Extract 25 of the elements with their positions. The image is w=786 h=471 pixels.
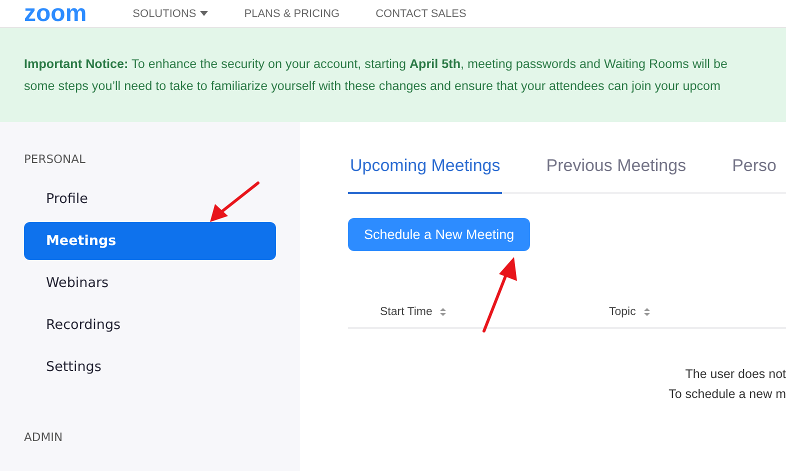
empty-message: To schedule a new m xyxy=(668,387,786,401)
notice-text: some steps you’ll need to take to familiarize yourself with these changes and ensure that your attendees can join your upcom xyxy=(24,78,722,94)
arrow-icon xyxy=(210,182,260,222)
section-title: ADMIN xyxy=(24,430,64,444)
column-header[interactable]: Topic xyxy=(609,306,650,318)
empty-message: The user does not xyxy=(685,367,786,381)
tab[interactable]: Perso xyxy=(730,152,779,194)
sort-icon xyxy=(644,308,650,316)
sidebar-item[interactable]: Webinars xyxy=(24,264,276,302)
nav-link[interactable]: PLANS & PRICING xyxy=(244,8,340,20)
section-title: PERSONAL xyxy=(24,152,86,166)
tab[interactable]: Upcoming Meetings xyxy=(348,152,502,194)
schedule-button[interactable]: Schedule a New Meeting xyxy=(348,218,530,251)
notice-text: Important Notice: To enhance the security on your account, starting April 5th, meeting passwords and Waiting Rooms will be xyxy=(24,56,728,72)
sidebar-item[interactable]: Profile xyxy=(24,180,276,218)
logo[interactable]: zoom xyxy=(24,2,87,26)
nav-link[interactable]: CONTACT SALES xyxy=(376,8,466,20)
tab[interactable]: Previous Meetings xyxy=(544,152,688,194)
sidebar-item[interactable]: Meetings xyxy=(24,222,276,260)
arrow-icon xyxy=(482,257,517,332)
sort-icon xyxy=(440,308,446,316)
sidebar-item[interactable]: Settings xyxy=(24,348,276,386)
sidebar-item[interactable]: Recordings xyxy=(24,306,276,344)
column-header[interactable]: Start Time xyxy=(380,306,446,318)
nav-link[interactable]: SOLUTIONS xyxy=(132,8,208,20)
